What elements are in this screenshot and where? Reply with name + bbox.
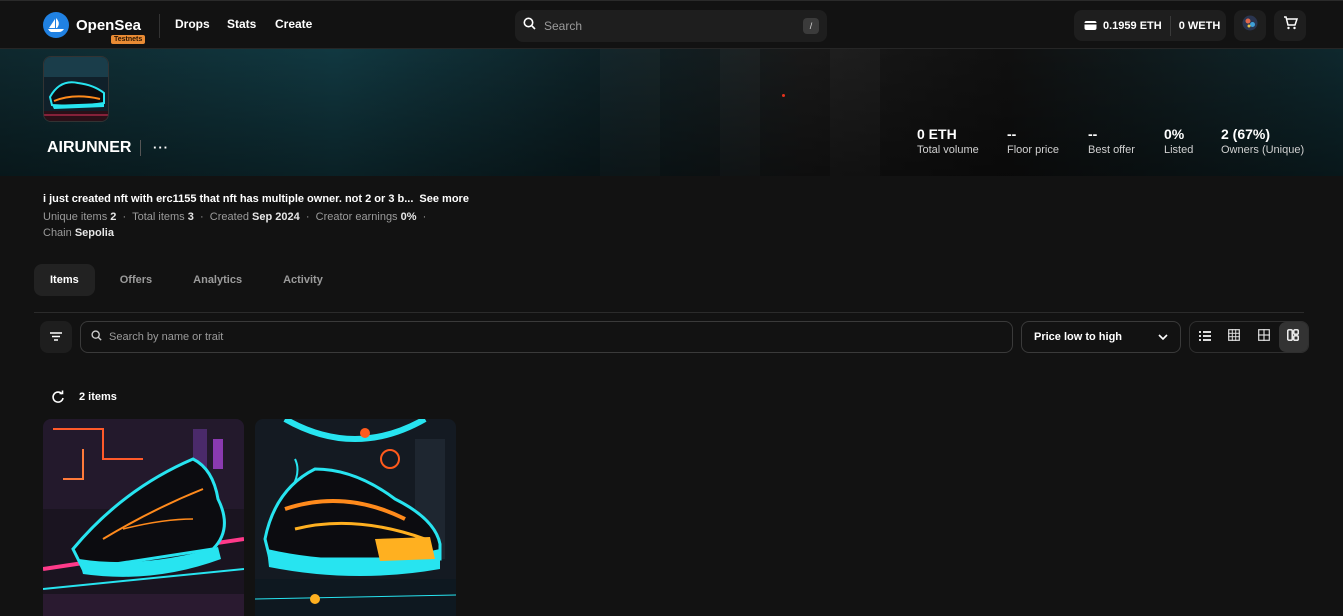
stat-value: 0 ETH <box>917 126 957 142</box>
collection-name: AIRUNNER <box>47 139 132 156</box>
small-grid-button[interactable] <box>1220 322 1250 352</box>
meta-label: Created <box>209 211 249 223</box>
sort-selected: Price low to high <box>1034 331 1123 343</box>
cart-icon <box>1283 16 1298 35</box>
nav-link-drops[interactable]: Drops <box>175 17 210 31</box>
nft-card[interactable] <box>255 419 456 616</box>
meta-value: 2 <box>110 211 117 223</box>
mosaic-view-icon <box>1287 328 1300 346</box>
large-grid-icon <box>1257 328 1270 346</box>
list-view-icon <box>1198 328 1211 346</box>
stat-label: Floor price <box>1007 144 1059 156</box>
meta-separator: · <box>200 211 204 223</box>
nav-link-create[interactable]: Create <box>275 17 312 31</box>
collection-tabs: Items Offers Analytics Activity <box>34 264 348 296</box>
meta-label: Chain <box>43 227 72 239</box>
cart-button[interactable] <box>1274 10 1306 41</box>
nav-link-stats[interactable]: Stats <box>227 17 256 31</box>
wallet-balance[interactable]: 0.1959 ETH 0 WETH <box>1074 10 1226 41</box>
stat-floor-price: -- Floor price <box>1007 126 1059 156</box>
mosaic-view-button[interactable] <box>1278 322 1308 352</box>
meta-separator: · <box>305 211 310 223</box>
weth-balance: 0 WETH <box>1178 19 1221 32</box>
stat-value: -- <box>1088 126 1098 142</box>
see-more-link[interactable]: See more <box>419 193 469 205</box>
chevron-down-icon <box>1158 331 1168 343</box>
stat-label: Owners (Unique) <box>1221 144 1305 156</box>
wallet-icon <box>1084 20 1097 31</box>
brand-name: OpenSea <box>76 16 142 34</box>
tab-analytics[interactable]: Analytics <box>177 264 258 296</box>
eth-balance: 0.1959 ETH <box>1103 19 1162 32</box>
profile-icon <box>1242 15 1258 36</box>
stat-owners: 2 (67%) Owners (Unique) <box>1221 126 1304 156</box>
nft-image <box>43 419 244 616</box>
tabs-divider <box>34 312 1304 313</box>
search-placeholder: Search <box>544 19 583 33</box>
refresh-icon[interactable] <box>51 390 65 404</box>
banner-light <box>782 94 785 97</box>
tab-offers[interactable]: Offers <box>104 264 168 296</box>
large-grid-button[interactable] <box>1249 322 1279 352</box>
meta-label: Total items <box>132 211 185 223</box>
collection-meta: Unique items 2 · Total items 3 · Created… <box>43 211 426 223</box>
stat-label: Total volume <box>917 144 979 156</box>
filter-button[interactable] <box>40 321 72 353</box>
meta-separator: · <box>422 211 427 223</box>
sort-dropdown[interactable]: Price low to high <box>1021 321 1181 353</box>
nft-card[interactable] <box>43 419 244 616</box>
small-grid-icon <box>1228 328 1241 346</box>
trait-search-placeholder: Search by name or trait <box>109 331 224 343</box>
description-text: i just created nft with erc1155 that nft… <box>43 193 414 205</box>
nav-divider <box>159 14 160 38</box>
collection-banner <box>0 49 1343 176</box>
nft-image <box>255 419 456 616</box>
wallet-divider <box>1169 15 1171 36</box>
stat-label: Best offer <box>1088 144 1135 156</box>
opensea-logo-icon <box>43 12 69 38</box>
search-icon <box>523 17 536 35</box>
search-shortcut-key: / <box>803 18 819 34</box>
filter-icon <box>50 328 62 346</box>
stat-label: Listed <box>1164 144 1194 156</box>
tab-items[interactable]: Items <box>34 264 95 296</box>
testnets-badge: Testnets <box>111 35 146 44</box>
meta-value: 3 <box>187 211 194 223</box>
stat-value: -- <box>1007 126 1017 142</box>
stat-value: 2 (67%) <box>1221 126 1271 142</box>
profile-button[interactable] <box>1234 10 1266 41</box>
trait-search-input[interactable]: Search by name or trait <box>80 321 1013 353</box>
meta-label: Creator earnings <box>315 211 398 223</box>
top-nav: OpenSea Testnets Drops Stats Create Sear… <box>0 0 1343 49</box>
tab-activity[interactable]: Activity <box>267 264 339 296</box>
stat-total-volume: 0 ETH Total volume <box>917 126 979 156</box>
items-count: 2 items <box>79 391 117 403</box>
global-search-input[interactable]: Search / <box>515 10 827 42</box>
view-toggle-group <box>1189 321 1309 353</box>
stat-value: 0% <box>1164 126 1185 142</box>
meta-value: Sep 2024 <box>252 211 300 223</box>
stat-best-offer: -- Best offer <box>1088 126 1135 156</box>
meta-value: Sepolia <box>74 227 114 239</box>
meta-separator: · <box>122 211 127 223</box>
collection-description: i just created nft with erc1155 that nft… <box>43 193 469 205</box>
search-icon <box>91 330 102 344</box>
collection-chain: Chain Sepolia <box>43 227 114 239</box>
meta-label: Unique items <box>43 211 108 223</box>
name-divider <box>140 140 141 156</box>
collection-avatar <box>43 56 109 122</box>
more-options-button[interactable]: ··· <box>153 140 169 155</box>
stat-listed: 0% Listed <box>1164 126 1193 156</box>
list-view-button[interactable] <box>1190 322 1220 352</box>
meta-value: 0% <box>400 211 417 223</box>
